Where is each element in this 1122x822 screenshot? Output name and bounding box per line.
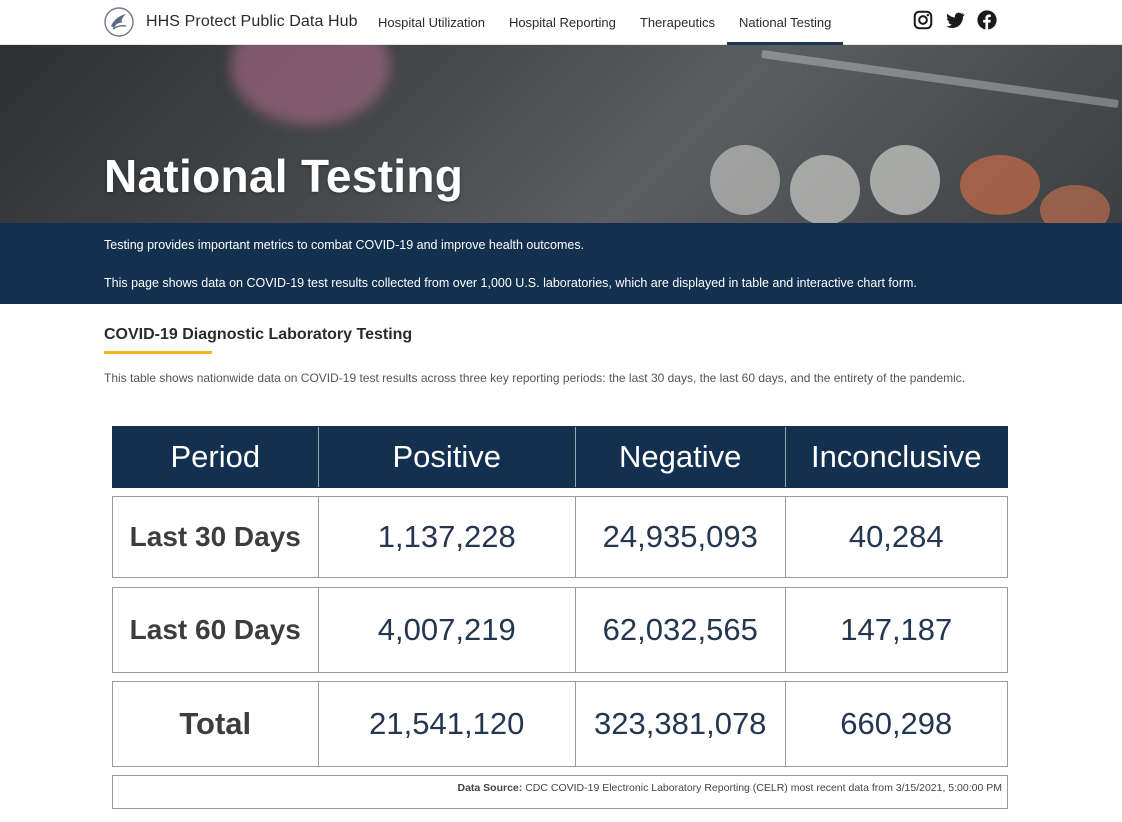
table-row: Last 60 Days 4,007,219 62,032,565 147,18… [112, 587, 1008, 673]
hero-photo-vial-cap-orange [960, 155, 1040, 215]
hhs-eagle-logo-icon [104, 7, 134, 37]
intro-text-2: This page shows data on COVID-19 test re… [104, 276, 917, 290]
data-source-description: CDC COVID-19 Electronic Laboratory Repor… [525, 782, 1002, 794]
positive-value: 21,541,120 [319, 682, 576, 766]
positive-value: 4,007,219 [319, 588, 576, 672]
nav-hospital-reporting[interactable]: Hospital Reporting [497, 0, 628, 45]
header-inconclusive: Inconclusive [810, 439, 982, 474]
instagram-icon[interactable] [912, 9, 934, 31]
negative-value: 62,032,565 [576, 588, 786, 672]
nav-national-testing[interactable]: National Testing [727, 0, 844, 45]
header-positive: Positive [319, 427, 576, 487]
hero-photo-vial-cap [710, 145, 780, 215]
brand[interactable]: HHS Protect Public Data Hub [104, 6, 358, 38]
negative-value: 323,381,078 [576, 682, 786, 766]
section-description: This table shows nationwide data on COVI… [104, 371, 966, 385]
nav-therapeutics[interactable]: Therapeutics [628, 0, 727, 45]
data-source-text: Data Source: CDC COVID-19 Electronic Lab… [458, 782, 1003, 794]
positive-value: 1,137,228 [319, 497, 576, 577]
twitter-icon[interactable] [944, 9, 966, 31]
inconclusive-value: 660,298 [840, 706, 953, 741]
nav-hospital-utilization[interactable]: Hospital Utilization [366, 0, 497, 45]
table-row: Last 30 Days 1,137,228 24,935,093 40,284 [112, 496, 1008, 578]
negative-value: 24,935,093 [576, 497, 786, 577]
hero-photo-vial-cap [870, 145, 940, 215]
hero-banner: National Testing [0, 45, 1122, 223]
main-nav: Hospital Utilization Hospital Reporting … [366, 0, 844, 45]
inconclusive-value: 147,187 [840, 612, 953, 647]
inconclusive-value: 40,284 [848, 519, 944, 554]
intro-text-1: Testing provides important metrics to co… [104, 238, 585, 252]
hero-photo-vial-cap-orange [1040, 185, 1110, 223]
section-title-underline [104, 351, 212, 354]
table-row: Total 21,541,120 323,381,078 660,298 [112, 681, 1008, 767]
facebook-icon[interactable] [976, 9, 998, 31]
page-title: National Testing [104, 150, 464, 202]
row-period-label: Last 60 Days [113, 588, 319, 672]
hero-photo-vial-cap [790, 155, 860, 223]
social-links [912, 9, 998, 31]
data-source-label: Data Source: [457, 782, 523, 794]
site-title: HHS Protect Public Data Hub [146, 13, 358, 30]
hero-photo-glove [230, 45, 390, 125]
section-title: COVID-19 Diagnostic Laboratory Testing [104, 326, 413, 343]
data-source-box: Data Source: CDC COVID-19 Electronic Lab… [112, 775, 1008, 809]
intro-band: Testing provides important metrics to co… [0, 223, 1122, 304]
hero-photo-tray-edge [761, 49, 1119, 109]
row-period-label: Last 30 Days [113, 497, 319, 577]
table-header: Period Positive Negative Inconclusive [112, 426, 1008, 488]
row-period-label: Total [113, 682, 319, 766]
header-period: Period [113, 427, 319, 487]
header-negative: Negative [576, 427, 786, 487]
top-navigation: HHS Protect Public Data Hub Hospital Uti… [0, 0, 1122, 45]
